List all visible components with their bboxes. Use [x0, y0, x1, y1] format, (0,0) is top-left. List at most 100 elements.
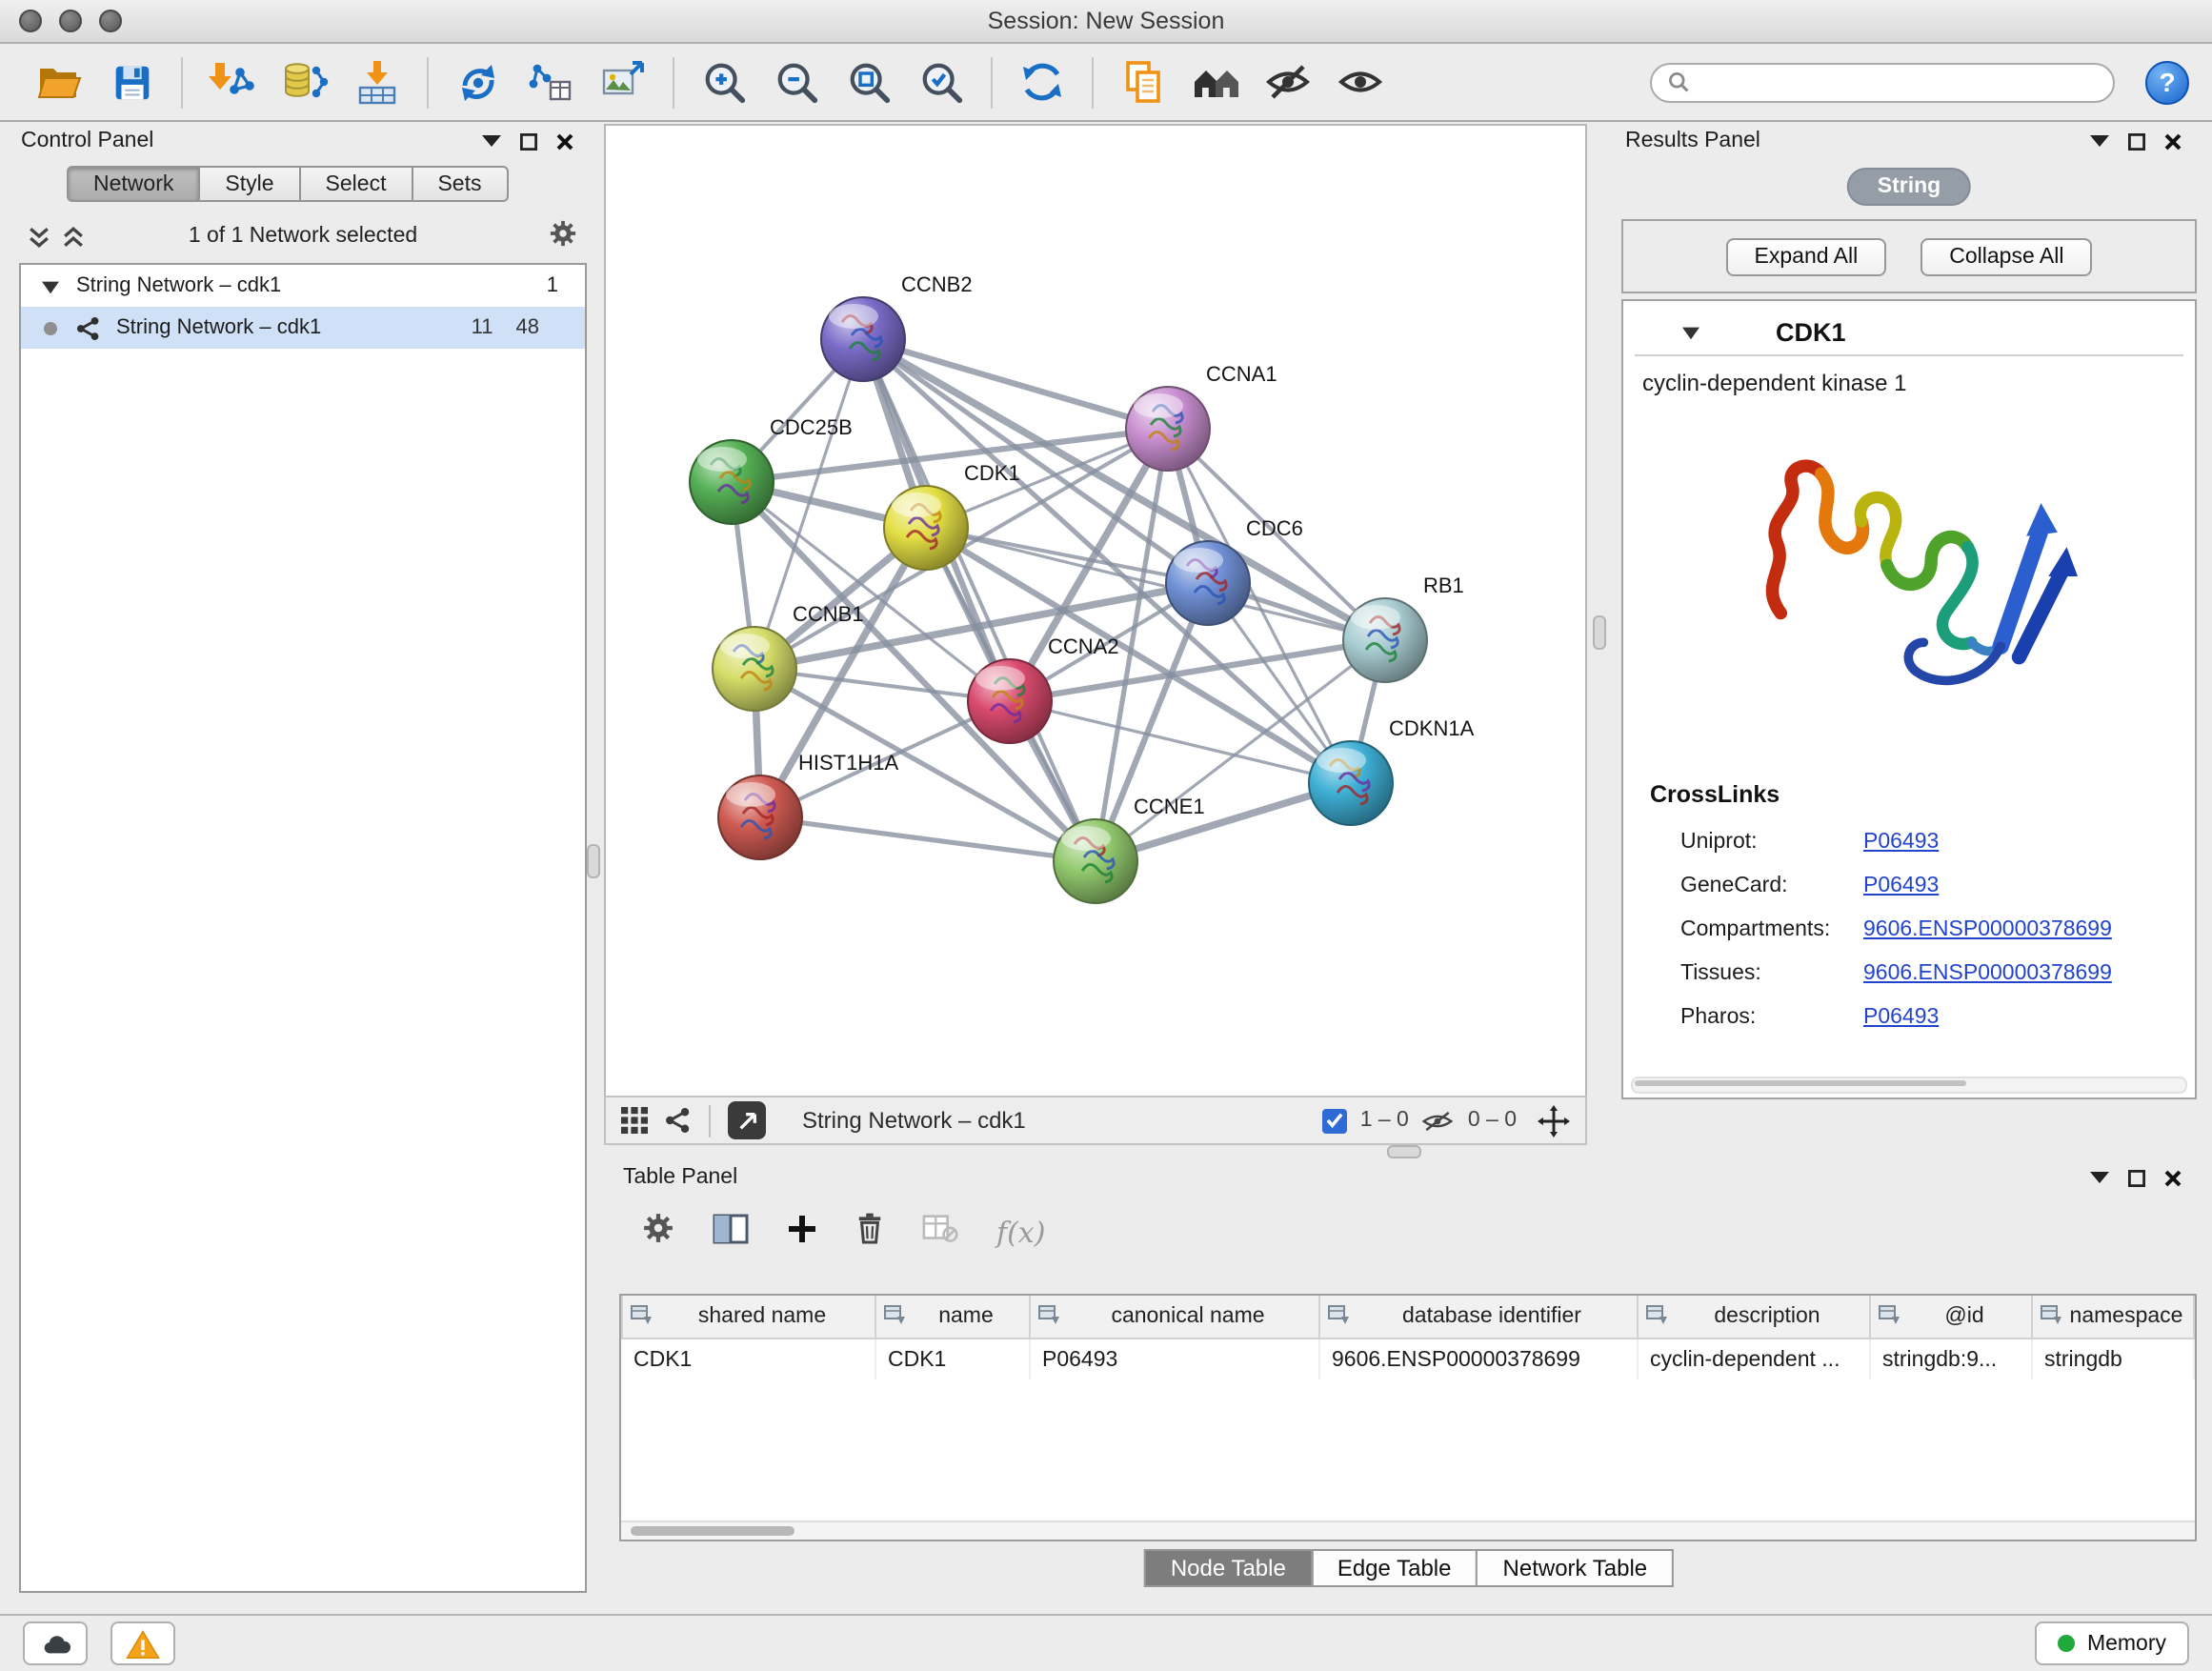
search-input[interactable]: [1699, 69, 2098, 95]
zoom-selected-button[interactable]: [905, 50, 977, 114]
tab-sets[interactable]: Sets: [411, 166, 508, 202]
section-collapse-icon[interactable]: [1680, 323, 1701, 340]
string-tab-badge[interactable]: String: [1847, 168, 1971, 206]
eye-slash-icon: [1263, 57, 1313, 107]
table-options-gear-icon[interactable]: [642, 1212, 674, 1254]
node-label-CCNE1: CCNE1: [1134, 795, 1205, 818]
panel-maximize-icon[interactable]: [2128, 132, 2145, 150]
panel-float-icon[interactable]: [2090, 1170, 2109, 1185]
zoom-out-icon: [773, 58, 820, 106]
results-horizontal-scrollbar[interactable]: [1631, 1077, 2187, 1094]
save-session-button[interactable]: [95, 50, 168, 114]
node-highlight: [1134, 393, 1183, 418]
delete-column-trash-icon[interactable]: [855, 1212, 884, 1254]
network-from-table-button[interactable]: [514, 50, 587, 114]
column-header[interactable]: database identifier: [1319, 1296, 1638, 1339]
cell-id: stringdb:9...: [1870, 1339, 2032, 1379]
node-highlight: [1061, 826, 1111, 851]
column-header[interactable]: namespace: [2032, 1296, 2194, 1339]
network-share-icon[interactable]: [665, 1107, 692, 1134]
table-import-icon: [352, 57, 402, 107]
pan-move-icon[interactable]: [1538, 1104, 1570, 1137]
horizontal-splitter-handle[interactable]: [1387, 1145, 1421, 1158]
column-header[interactable]: description: [1638, 1296, 1870, 1339]
control-panel: Control Panel Network Style Select Sets …: [13, 124, 593, 1608]
zoom-out-button[interactable]: [760, 50, 833, 114]
open-in-window-button[interactable]: [728, 1101, 766, 1139]
export-image-button[interactable]: [587, 50, 659, 114]
tab-node-table[interactable]: Node Table: [1144, 1549, 1313, 1587]
function-builder-button[interactable]: f(x): [996, 1216, 1045, 1250]
right-splitter-handle[interactable]: [1593, 615, 1606, 650]
panel-maximize-icon[interactable]: [2128, 1169, 2145, 1186]
column-header[interactable]: @id: [1870, 1296, 2032, 1339]
tab-select[interactable]: Select: [299, 166, 413, 202]
help-button[interactable]: ?: [2145, 60, 2189, 104]
string-home-button[interactable]: [1179, 50, 1252, 114]
expand-all-button[interactable]: Expand All: [1726, 237, 1887, 275]
column-header[interactable]: shared name: [622, 1296, 875, 1339]
import-network-icon: [208, 57, 257, 107]
show-all-button[interactable]: [1324, 50, 1397, 114]
table-row[interactable]: CDK1 CDK1 P06493 9606.ENSP00000378699 cy…: [622, 1339, 2194, 1379]
clone-network-button[interactable]: [442, 50, 514, 114]
network-arrows-icon: [453, 57, 503, 107]
results-panel: Results Panel String Expand All Collapse…: [1618, 124, 2201, 1099]
table-horizontal-scrollbar[interactable]: [621, 1520, 2195, 1540]
hidden-eye-icon[interactable]: [1422, 1108, 1455, 1133]
table-panel-title: Table Panel: [623, 1166, 737, 1189]
zoom-fit-button[interactable]: [833, 50, 905, 114]
delete-table-icon-disabled: [922, 1213, 958, 1253]
panel-float-icon[interactable]: [482, 133, 501, 149]
compartments-link[interactable]: 9606.ENSP00000378699: [1863, 917, 2112, 940]
cell-name: CDK1: [875, 1339, 1030, 1379]
import-network-from-database-button[interactable]: [269, 50, 341, 114]
cloud-button[interactable]: [23, 1621, 88, 1665]
node-label-CDKN1A: CDKN1A: [1389, 716, 1475, 740]
warnings-button[interactable]: [111, 1621, 175, 1665]
panel-float-icon[interactable]: [2090, 133, 2109, 149]
memory-button[interactable]: Memory: [2036, 1621, 2189, 1665]
network-edge[interactable]: [863, 339, 1096, 861]
tab-network-table[interactable]: Network Table: [1477, 1549, 1675, 1587]
network-row[interactable]: String Network – cdk1 11 48: [21, 307, 585, 349]
column-header[interactable]: name: [875, 1296, 1030, 1339]
import-table-from-file-button[interactable]: [341, 50, 413, 114]
tissues-link[interactable]: 9606.ENSP00000378699: [1863, 961, 2112, 984]
pharos-link[interactable]: P06493: [1863, 1005, 1939, 1028]
zoom-fit-icon: [845, 58, 893, 106]
genecard-link[interactable]: P06493: [1863, 874, 1939, 896]
hide-selection-button[interactable]: [1252, 50, 1324, 114]
copy-document-button[interactable]: [1107, 50, 1179, 114]
toolbar-separator: [709, 1104, 711, 1137]
node-label-CDC25B: CDC25B: [770, 415, 853, 439]
launch-arrow-icon: [736, 1110, 757, 1131]
import-network-from-file-button[interactable]: [196, 50, 269, 114]
apply-layout-button[interactable]: [1006, 50, 1078, 114]
control-panel-title: Control Panel: [21, 130, 153, 152]
protein-name: CDK1: [1776, 317, 1846, 346]
column-header[interactable]: canonical name: [1030, 1296, 1319, 1339]
network-edge[interactable]: [760, 817, 1096, 861]
tab-edge-table[interactable]: Edge Table: [1311, 1549, 1478, 1587]
zoom-in-button[interactable]: [688, 50, 760, 114]
open-session-button[interactable]: [23, 50, 95, 114]
tab-style[interactable]: Style: [198, 166, 300, 202]
grid-view-icon[interactable]: [621, 1107, 648, 1134]
collapse-all-button[interactable]: Collapse All: [1920, 237, 2092, 275]
table-header-row: shared name name canonical name database…: [622, 1296, 2194, 1339]
add-column-icon[interactable]: [787, 1213, 817, 1253]
uniprot-link[interactable]: P06493: [1863, 830, 1939, 853]
selected-checkbox-icon[interactable]: [1322, 1108, 1347, 1133]
network-view-canvas[interactable]: CCNB2CCNA1CDC25BCDK1CDC6RB1CCNB1CCNA2CDK…: [604, 124, 1587, 1097]
panel-close-icon[interactable]: [556, 132, 573, 150]
disclosure-triangle-icon[interactable]: [40, 277, 61, 294]
left-splitter-handle[interactable]: [587, 844, 600, 878]
panel-close-icon[interactable]: [2164, 1169, 2182, 1186]
panel-maximize-icon[interactable]: [520, 132, 537, 150]
show-columns-icon[interactable]: [713, 1213, 749, 1253]
network-collection-row[interactable]: String Network – cdk1 1: [21, 265, 585, 307]
panel-close-icon[interactable]: [2164, 132, 2182, 150]
tab-network[interactable]: Network: [67, 166, 200, 202]
window-title: Session: New Session: [0, 0, 2212, 42]
